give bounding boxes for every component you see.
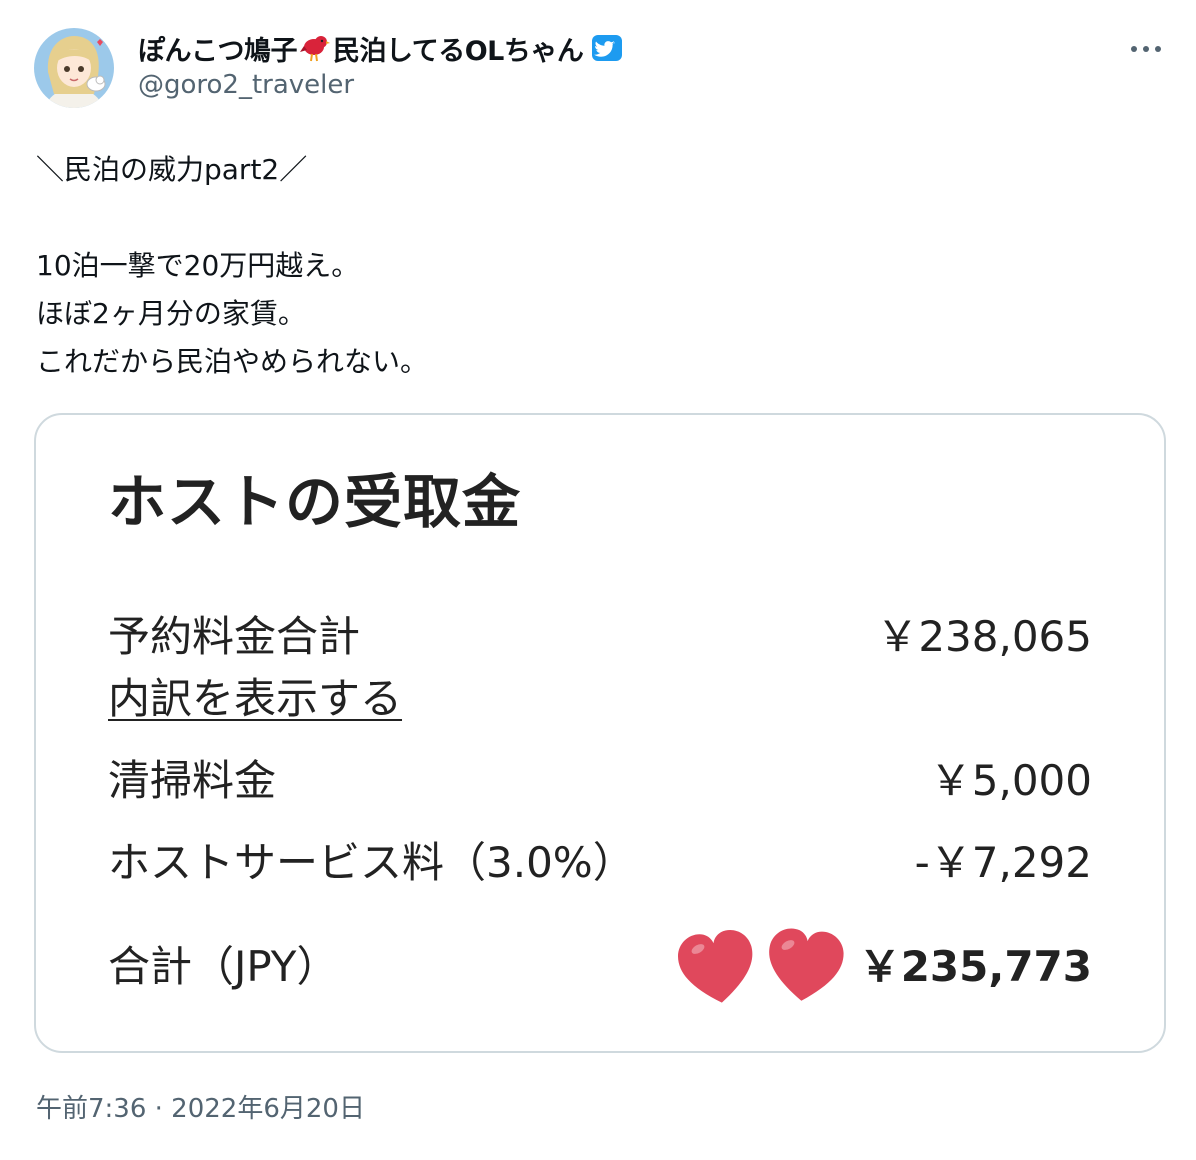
author-name-line[interactable]: ぽんこつ鳩子 民泊してるOLちゃん [138, 28, 623, 68]
anime-girl-avatar-icon [34, 28, 114, 108]
cleaning-fee-value: ￥5,000 [929, 756, 1092, 805]
tweet-text-line: ＼民泊の威力part2／ [36, 153, 308, 186]
tweet-timestamp[interactable]: 午前7:36 · 2022年6月20日 [36, 1088, 365, 1125]
tweet-text-line: 10泊一撃で20万円越え。 [36, 249, 360, 282]
tweet-text-line: ほぼ2ヶ月分の家賃。 [36, 297, 306, 330]
reservation-total-value: ￥238,065 [876, 612, 1092, 661]
more-options-button[interactable] [1128, 34, 1164, 64]
heart-emoji-icon [764, 927, 846, 1005]
tweet-text: ＼民泊の威力part2／ 10泊一撃で20万円越え。 ほぼ2ヶ月分の家賃。 これ… [36, 146, 1156, 386]
payout-title: ホストの受取金 [108, 468, 522, 536]
show-breakdown-link[interactable]: 内訳を表示する [108, 665, 402, 726]
twitter-bird-badge-icon [591, 32, 623, 64]
tweet-text-line [36, 194, 1156, 242]
cleaning-fee-label: 清掃料金 [108, 756, 277, 805]
reservation-total-label: 予約料金合計 [108, 612, 361, 661]
display-name-part2[interactable]: 民泊してるOLちゃん [333, 29, 584, 68]
grand-total-label: 合計（JPY） [108, 942, 339, 991]
tweet-media-image[interactable]: ホストの受取金 予約料金合計 ￥238,065 内訳を表示する 清掃料金 ￥5,… [34, 413, 1166, 1053]
grand-total-value: ￥235,773 [858, 942, 1092, 991]
avatar[interactable] [34, 28, 114, 108]
author-handle[interactable]: @goro2_traveler [138, 70, 354, 100]
red-bird-icon [299, 32, 331, 64]
more-options-icon [1131, 46, 1161, 52]
display-name-part1[interactable]: ぽんこつ鳩子 [138, 29, 298, 68]
host-service-fee-label: ホストサービス料（3.0%） [108, 838, 635, 887]
tweet-text-line: これだから民泊やめられない。 [36, 345, 429, 378]
host-service-fee-value: -￥7,292 [914, 838, 1092, 887]
heart-emoji-icon [676, 929, 758, 1007]
tweet: ぽんこつ鳩子 民泊してるOLちゃん @goro2_traveler ＼民泊の威力… [0, 0, 1196, 1160]
